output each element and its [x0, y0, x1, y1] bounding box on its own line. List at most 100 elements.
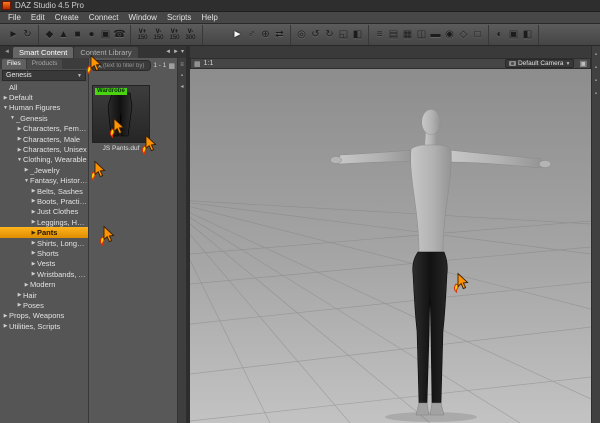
tree-item-fantasy-historical[interactable]: ▼ Fantasy, Historical	[0, 176, 88, 186]
menu-create[interactable]: Create	[50, 12, 84, 23]
collapsed-arrow-icon[interactable]: ▶	[30, 230, 37, 236]
view-minus-150-button[interactable]: V- 150	[151, 29, 166, 41]
subtab-products[interactable]: Products	[26, 59, 63, 69]
content-pane-icon[interactable]: ▦	[401, 27, 414, 43]
tree-item-jewelry[interactable]: ▶ _Jewelry	[0, 165, 88, 175]
shaping-pane-icon[interactable]: ◇	[457, 27, 470, 43]
expanded-arrow-icon[interactable]: ▼	[16, 157, 23, 163]
menu-help[interactable]: Help	[196, 12, 222, 23]
tree-item-vests[interactable]: ▶ Vests	[0, 259, 88, 269]
expanded-arrow-icon[interactable]: ▼	[2, 105, 9, 111]
new-prop-icon[interactable]: ■	[71, 27, 84, 43]
tree-item-clothing-wearable[interactable]: ▼ Clothing, Wearable	[0, 155, 88, 165]
tab-scroll-left-icon[interactable]: ◄	[165, 47, 171, 58]
dock-tab-2-icon[interactable]: ▪	[595, 65, 597, 71]
collapsed-arrow-icon[interactable]: ▶	[16, 302, 23, 308]
tab-overflow-icon[interactable]: ◄	[2, 47, 12, 58]
tab-scroll-right-icon[interactable]: ►	[173, 47, 179, 58]
tree-item-poses[interactable]: ▶ Poses	[0, 300, 88, 310]
camera-selector[interactable]: Default Camera ▼	[504, 59, 575, 68]
render-icon[interactable]: ◐	[493, 27, 506, 43]
dock-tab-3-icon[interactable]: ▪	[595, 78, 597, 84]
expanded-arrow-icon[interactable]: ▼	[9, 115, 16, 121]
grid-view-icon[interactable]: ▦	[168, 62, 175, 70]
collapsed-arrow-icon[interactable]: ▶	[30, 240, 37, 246]
menu-file[interactable]: File	[3, 12, 26, 23]
collapsed-arrow-icon[interactable]: ▶	[30, 250, 37, 256]
collapsed-arrow-icon[interactable]: ▶	[16, 126, 23, 132]
collapsed-arrow-icon[interactable]: ▶	[30, 271, 37, 277]
view-plus-150-button-1[interactable]: V+ 150	[135, 29, 150, 41]
collapsed-arrow-icon[interactable]: ▶	[23, 167, 30, 173]
tree-item-shirts-longslee[interactable]: ▶Shirts, Longslee...	[0, 238, 88, 248]
view-plus-150-button-2[interactable]: V+ 150	[167, 29, 182, 41]
collapsed-arrow-icon[interactable]: ▶	[23, 282, 30, 288]
collapsed-arrow-icon[interactable]: ▶	[2, 313, 9, 319]
expanded-arrow-icon[interactable]: ▼	[23, 178, 30, 184]
node-selection-icon[interactable]: ♂	[245, 27, 258, 43]
menu-edit[interactable]: Edit	[26, 12, 50, 23]
view-cube-icon[interactable]: ▣	[579, 59, 587, 68]
viewport-canvas[interactable]	[190, 69, 591, 423]
collapsed-arrow-icon[interactable]: ▶	[30, 188, 37, 194]
tree-item-wristbands-arm[interactable]: ▶Wristbands, Arm...	[0, 269, 88, 279]
tree-item-leggings-hose[interactable]: ▶ Leggings, Hose	[0, 217, 88, 227]
tree-item-utilities-scripts[interactable]: ▶ Utilities, Scripts	[0, 321, 88, 331]
surfaces-pane-icon[interactable]: ◫	[415, 27, 428, 43]
scene-pane-icon[interactable]: ≡	[373, 27, 386, 43]
tree-item-genesis[interactable]: ▼ _Genesis	[0, 113, 88, 123]
scale-tool-icon[interactable]: ◱	[337, 27, 350, 43]
tree-item-characters-female[interactable]: ▶ Characters, Female	[0, 124, 88, 134]
frame-tool-icon[interactable]: ◧	[351, 27, 364, 43]
posing-pane-icon[interactable]: □	[471, 27, 484, 43]
new-node-icon[interactable]: ◆	[43, 27, 56, 43]
tree-item-all[interactable]: All	[0, 82, 88, 92]
menu-scripts[interactable]: Scripts	[162, 12, 196, 23]
panel-menu-icon[interactable]: ≡	[180, 62, 184, 68]
dock-tab-4-icon[interactable]: ▪	[595, 91, 597, 97]
tree-item-props-weapons[interactable]: ▶ Props, Weapons	[0, 311, 88, 321]
spin-tool-icon[interactable]: ↻	[323, 27, 336, 43]
subtab-files[interactable]: Files	[2, 59, 26, 69]
panel-collapse-icon[interactable]: ◂	[180, 84, 183, 90]
collapsed-arrow-icon[interactable]: ▶	[2, 95, 9, 101]
new-light-icon[interactable]: ●	[85, 27, 98, 43]
tree-item-default[interactable]: ▶ Default	[0, 92, 88, 102]
parameters-pane-icon[interactable]: ▤	[387, 27, 400, 43]
tab-content-library[interactable]: Content Library	[74, 47, 138, 58]
tree-item-boots-practical[interactable]: ▶ Boots, Practical	[0, 196, 88, 206]
orbit-view-icon[interactable]: ↻	[21, 27, 34, 43]
render-settings-icon[interactable]: ▣	[507, 27, 520, 43]
collapsed-arrow-icon[interactable]: ▶	[16, 147, 23, 153]
new-figure-icon[interactable]: ▲	[57, 27, 70, 43]
viewport-pane-icon[interactable]: ▦	[194, 60, 201, 68]
collapsed-arrow-icon[interactable]: ▶	[30, 209, 37, 215]
tree-item-just-clothes[interactable]: ▶ Just Clothes	[0, 207, 88, 217]
connect-device-icon[interactable]: ☎	[113, 27, 126, 43]
new-camera-icon[interactable]: ▣	[99, 27, 112, 43]
tree-item-pants[interactable]: ▶ Pants	[0, 227, 88, 238]
collapsed-arrow-icon[interactable]: ▶	[16, 292, 23, 298]
swap-selection-icon[interactable]: ⇄	[273, 27, 286, 43]
menu-window[interactable]: Window	[124, 12, 162, 23]
collapsed-arrow-icon[interactable]: ▶	[30, 219, 37, 225]
tree-item-human-figures[interactable]: ▼ Human Figures	[0, 103, 88, 113]
timeline-pane-icon[interactable]: ▬	[429, 27, 442, 43]
tree-item-belts-sashes[interactable]: ▶ Belts, Sashes	[0, 186, 88, 196]
tab-smart-content[interactable]: Smart Content	[12, 47, 74, 58]
tree-item-characters-male[interactable]: ▶ Characters, Male	[0, 134, 88, 144]
tree-item-hair[interactable]: ▶ Hair	[0, 290, 88, 300]
tab-menu-icon[interactable]: ▾	[181, 47, 184, 58]
collapsed-arrow-icon[interactable]: ▶	[30, 198, 37, 204]
surface-selection-icon[interactable]: ⊕	[259, 27, 272, 43]
collapsed-arrow-icon[interactable]: ▶	[16, 136, 23, 142]
puppeteer-pane-icon[interactable]: ◉	[443, 27, 456, 43]
collapsed-arrow-icon[interactable]: ▶	[30, 261, 37, 267]
tree-item-characters-unisex[interactable]: ▶ Characters, Unisex	[0, 144, 88, 154]
dock-tab-1-icon[interactable]: ▪	[595, 52, 597, 58]
view-minus-300-button[interactable]: V- 300	[183, 29, 198, 41]
universal-tool-icon[interactable]: ◎	[295, 27, 308, 43]
pointer-tool-icon[interactable]: ►	[7, 27, 20, 43]
panel-pin-icon[interactable]: ▪	[181, 73, 183, 79]
figure-filter-dropdown[interactable]: Genesis ▼	[2, 70, 86, 81]
